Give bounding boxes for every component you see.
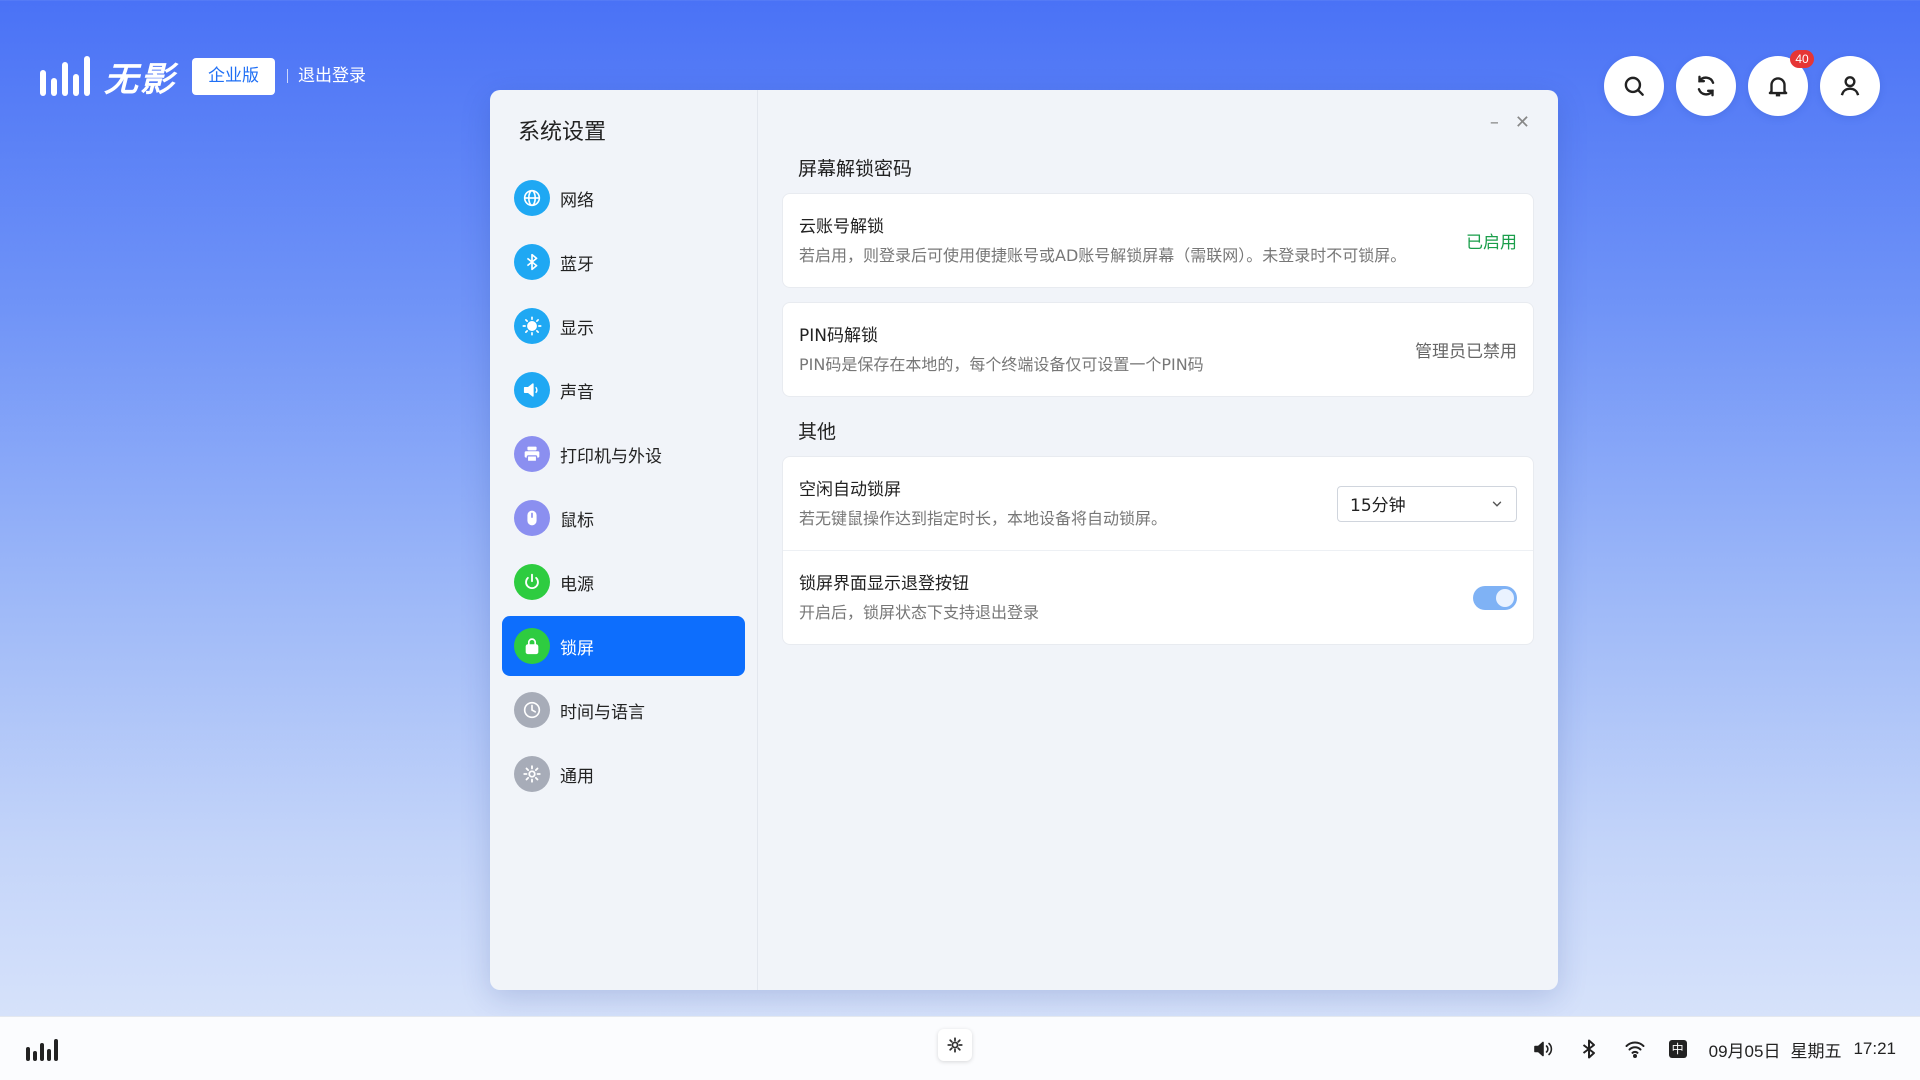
sidebar-item-mouse[interactable]: 鼠标	[502, 488, 745, 548]
brand-name: 无影	[104, 59, 176, 100]
settings-sidebar: 系统设置 网络 蓝牙 显示 声音 打印机与外设 鼠标 电源 锁屏 时间与语言 通…	[490, 90, 758, 990]
section-title-unlock: 屏幕解锁密码	[798, 158, 913, 180]
sidebar-item-general[interactable]: 通用	[502, 744, 745, 804]
logout-button-toggle[interactable]	[1473, 585, 1517, 610]
idle-lock-row: 空闲自动锁屏 若无键鼠操作达到指定时长，本地设备将自动锁屏。 15分钟	[783, 457, 1533, 550]
close-button[interactable]: ✕	[1515, 112, 1530, 133]
sidebar-item-label: 电源	[560, 574, 594, 595]
bell-icon	[1768, 77, 1788, 97]
other-settings-card: 空闲自动锁屏 若无键鼠操作达到指定时长，本地设备将自动锁屏。 15分钟 锁屏界面…	[782, 456, 1534, 645]
logout-button-desc: 开启后，锁屏状态下支持退出登录	[799, 603, 1040, 622]
sidebar-item-label: 时间与语言	[560, 702, 645, 723]
sidebar-item-label: 通用	[560, 766, 594, 787]
sidebar-item-label: 蓝牙	[560, 254, 594, 275]
top-actions: 40	[1604, 50, 1880, 116]
sidebar-item-label: 网络	[560, 190, 594, 211]
cloud-unlock-desc: 若启用，则登录后可使用便捷账号或AD账号解锁屏幕（需联网）。未登录时不可锁屏。	[799, 246, 1407, 265]
cloud-unlock-status: 已启用	[1466, 233, 1517, 253]
volume-icon[interactable]	[1531, 1037, 1555, 1061]
search-button[interactable]	[1604, 56, 1664, 116]
taskbar-settings-button[interactable]	[938, 1029, 972, 1061]
sidebar-item-sound[interactable]: 声音	[502, 360, 745, 420]
pin-unlock-desc: PIN码是保存在本地的，每个终端设备仅可设置一个PIN码	[799, 355, 1204, 374]
brand: 无影 企业版 退出登录	[40, 52, 366, 100]
sidebar-item-lockscreen[interactable]: 锁屏	[502, 616, 745, 676]
chevron-down-icon	[1492, 501, 1502, 507]
search-icon	[1624, 76, 1644, 96]
logout-button-title: 锁屏界面显示退登按钮	[799, 574, 969, 594]
section-title-other: 其他	[798, 421, 837, 443]
globe-icon	[514, 180, 550, 216]
wifi-icon[interactable]	[1623, 1037, 1647, 1061]
sidebar-item-label: 鼠标	[560, 510, 594, 531]
gear-icon	[947, 1037, 963, 1053]
refresh-button[interactable]	[1676, 56, 1736, 116]
window-controls: – ✕	[1490, 112, 1530, 133]
cloud-unlock-row: 云账号解锁 若启用，则登录后可使用便捷账号或AD账号解锁屏幕（需联网）。未登录时…	[783, 194, 1533, 287]
edition-badge: 企业版	[192, 57, 275, 95]
sidebar-item-network[interactable]: 网络	[502, 168, 745, 228]
cloud-unlock-card: 云账号解锁 若启用，则登录后可使用便捷账号或AD账号解锁屏幕（需联网）。未登录时…	[782, 193, 1534, 288]
pin-unlock-status: 管理员已禁用	[1415, 342, 1517, 362]
sun-icon	[514, 308, 550, 344]
sidebar-item-power[interactable]: 电源	[502, 552, 745, 612]
brand-logo-icon	[40, 56, 90, 96]
lock-icon	[514, 628, 550, 664]
sidebar-item-label: 打印机与外设	[560, 446, 662, 467]
minimize-button[interactable]: –	[1490, 112, 1499, 133]
pin-unlock-card: PIN码解锁 PIN码是保存在本地的，每个终端设备仅可设置一个PIN码 管理员已…	[782, 302, 1534, 397]
logout-link[interactable]: 退出登录	[287, 68, 366, 85]
notification-button[interactable]: 40	[1748, 50, 1814, 116]
idle-lock-title: 空闲自动锁屏	[799, 480, 901, 500]
sidebar-item-label: 声音	[560, 382, 594, 403]
notification-count-badge: 40	[1790, 50, 1814, 68]
mouse-icon	[514, 500, 550, 536]
printer-icon	[514, 436, 550, 472]
settings-title: 系统设置	[518, 120, 607, 145]
sidebar-item-time-language[interactable]: 时间与语言	[502, 680, 745, 740]
tray-weekday: 星期五	[1790, 1041, 1842, 1061]
bluetooth-icon	[514, 244, 550, 280]
tray-time: 17:21	[1853, 1039, 1896, 1058]
idle-lock-value: 15分钟	[1350, 496, 1406, 516]
settings-content: – ✕ 屏幕解锁密码 云账号解锁 若启用，则登录后可使用便捷账号或AD账号解锁屏…	[758, 90, 1558, 990]
user-button[interactable]	[1820, 56, 1880, 116]
speaker-icon	[514, 372, 550, 408]
pin-unlock-title: PIN码解锁	[799, 326, 878, 346]
idle-lock-select[interactable]: 15分钟	[1337, 485, 1517, 522]
sidebar-item-printers[interactable]: 打印机与外设	[502, 424, 745, 484]
gear-icon	[514, 756, 550, 792]
sidebar-item-display[interactable]: 显示	[502, 296, 745, 356]
taskbar: 中 09月05日 星期五 17:21	[0, 1016, 1920, 1080]
logout-button-row: 锁屏界面显示退登按钮 开启后，锁屏状态下支持退出登录	[783, 550, 1533, 644]
sidebar-item-label: 显示	[560, 318, 594, 339]
settings-window: 系统设置 网络 蓝牙 显示 声音 打印机与外设 鼠标 电源 锁屏 时间与语言 通…	[490, 90, 1558, 990]
cloud-unlock-title: 云账号解锁	[799, 217, 884, 237]
start-logo-icon[interactable]	[26, 1039, 58, 1061]
tray-date: 09月05日	[1708, 1041, 1781, 1061]
refresh-icon	[1697, 75, 1715, 97]
sidebar-item-label: 锁屏	[560, 638, 594, 659]
sidebar-item-bluetooth[interactable]: 蓝牙	[502, 232, 745, 292]
pin-unlock-row: PIN码解锁 PIN码是保存在本地的，每个终端设备仅可设置一个PIN码 管理员已…	[783, 303, 1533, 396]
power-icon	[514, 564, 550, 600]
idle-lock-desc: 若无键鼠操作达到指定时长，本地设备将自动锁屏。	[799, 509, 1168, 528]
clock-icon	[514, 692, 550, 728]
user-icon	[1840, 76, 1860, 96]
bluetooth-icon[interactable]	[1577, 1037, 1601, 1061]
input-method-indicator[interactable]: 中	[1668, 1040, 1687, 1058]
system-tray: 中 09月05日 星期五 17:21	[1531, 1017, 1896, 1080]
